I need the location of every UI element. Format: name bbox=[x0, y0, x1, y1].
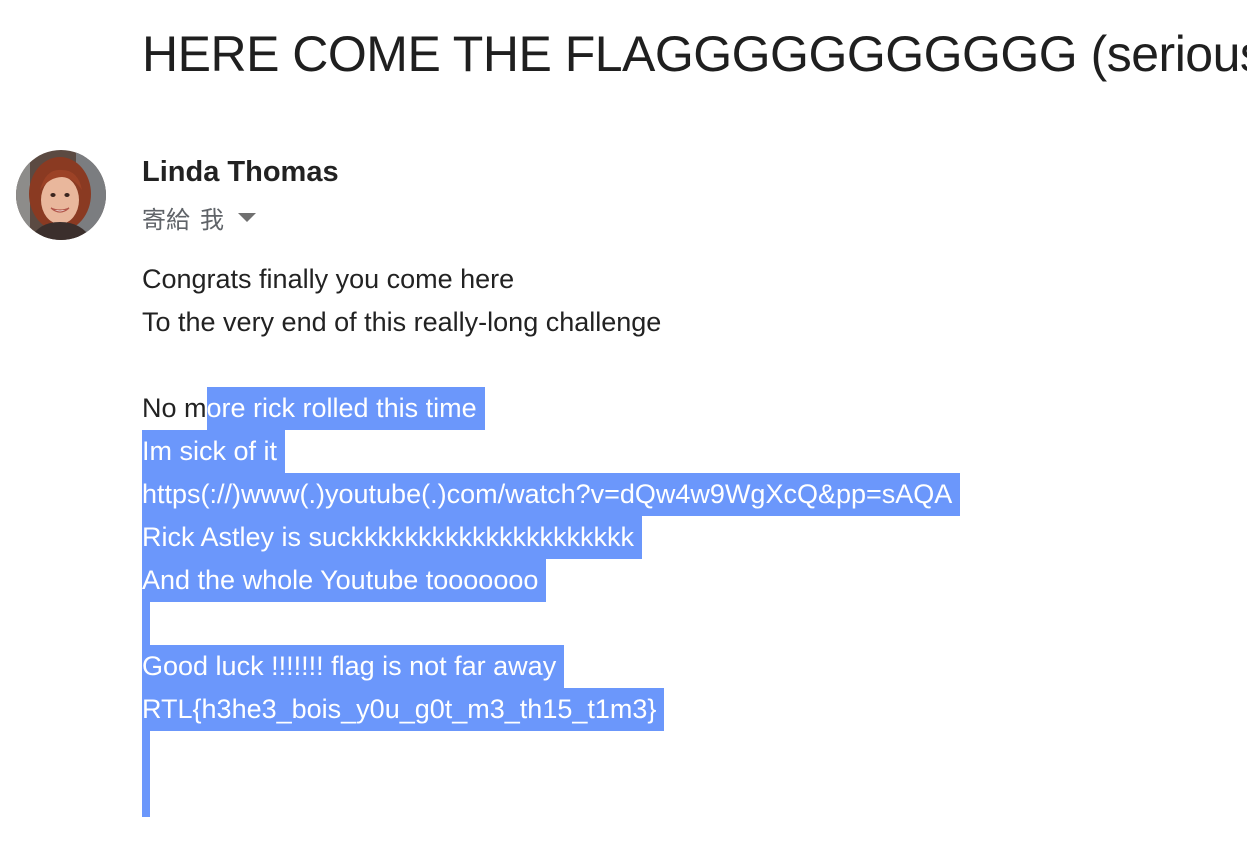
body-line: RTL{h3he3_bois_y0u_g0t_m3_th15_t1m3} bbox=[142, 688, 960, 731]
flag-text: RTL{h3he3_bois_y0u_g0t_m3_th15_t1m3} bbox=[142, 688, 665, 731]
sender-name[interactable]: Linda Thomas bbox=[142, 155, 339, 189]
body-line: To the very end of this really-long chal… bbox=[142, 301, 960, 344]
body-line: Good luck !!!!!!! flag is not far away bbox=[142, 645, 960, 688]
sender-avatar[interactable] bbox=[16, 150, 106, 240]
body-text: Congrats finally you come here bbox=[142, 264, 515, 294]
selection-trailing-lines bbox=[142, 731, 150, 817]
selected-blank-line bbox=[142, 602, 960, 645]
selected-text: Rick Astley is suckkkkkkkkkkkkkkkkkkkkk bbox=[142, 516, 643, 559]
user-photo-avatar-icon bbox=[16, 150, 106, 240]
recipient-details-toggle[interactable]: 寄給 我 bbox=[142, 201, 256, 234]
recipient-name: 我 bbox=[200, 205, 224, 234]
body-line: And the whole Youtube tooooooo bbox=[142, 559, 960, 602]
body-line: No more rick rolled this time bbox=[142, 387, 960, 430]
body-line: Im sick of it bbox=[142, 430, 960, 473]
selection-marker bbox=[142, 602, 150, 645]
selected-text: Im sick of it bbox=[142, 430, 286, 473]
selected-text: Good luck !!!!!!! flag is not far away bbox=[142, 645, 565, 688]
body-line: https(://)www(.)youtube(.)com/watch?v=dQ… bbox=[142, 473, 961, 516]
body-text: No m bbox=[142, 393, 207, 423]
email-subject: HERE COME THE FLAGGGGGGGGGGG (seriously bbox=[142, 26, 1247, 82]
email-body: Congrats finally you come here To the ve… bbox=[142, 258, 961, 817]
selected-link-text: https(://)www(.)youtube(.)com/watch?v=dQ… bbox=[142, 473, 961, 516]
selected-text: ore rick rolled this time bbox=[206, 387, 485, 430]
recipient-label: 寄給 bbox=[142, 205, 190, 234]
body-text: To the very end of this really-long chal… bbox=[142, 307, 662, 337]
selected-text: And the whole Youtube tooooooo bbox=[142, 559, 547, 602]
body-line: Congrats finally you come here bbox=[142, 258, 960, 301]
body-line: Rick Astley is suckkkkkkkkkkkkkkkkkkkkk bbox=[142, 516, 960, 559]
caret-down-icon[interactable] bbox=[238, 212, 256, 222]
